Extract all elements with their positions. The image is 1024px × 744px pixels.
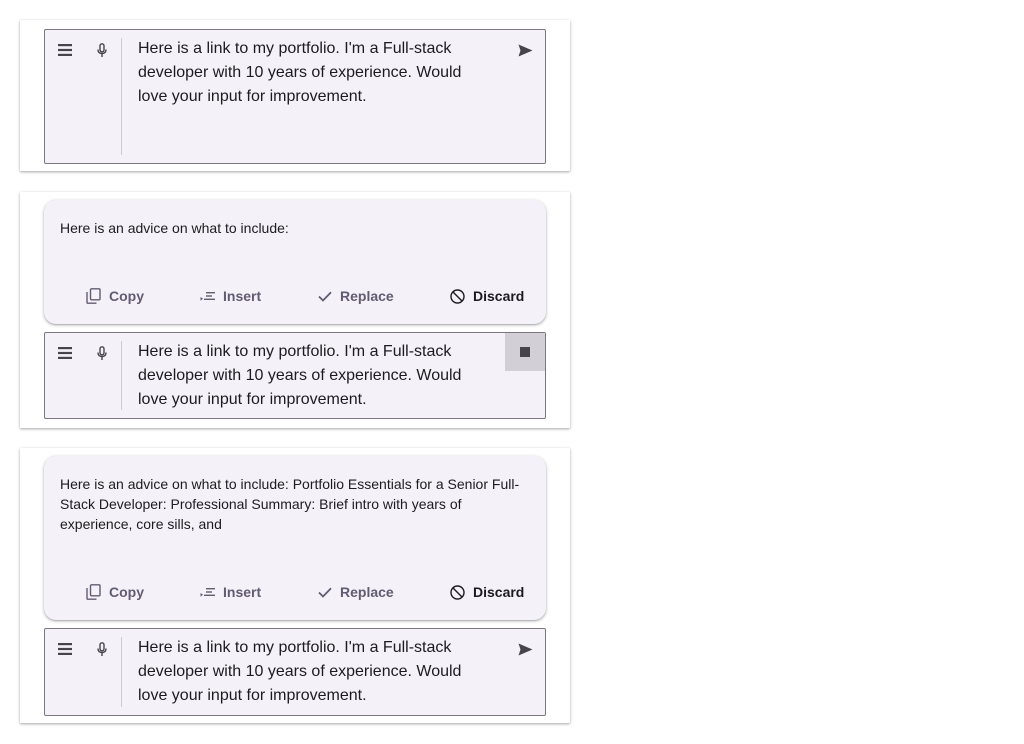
- mic-button[interactable]: [93, 639, 111, 659]
- menu-button[interactable]: [55, 639, 75, 659]
- mic-icon: [97, 345, 107, 360]
- send-button[interactable]: [513, 38, 537, 62]
- mic-button[interactable]: [93, 40, 111, 60]
- menu-icon: [58, 347, 72, 359]
- replace-label: Replace: [340, 584, 394, 600]
- menu-icon: [58, 44, 72, 56]
- response-panel: Here is an advice on what to include: Co…: [44, 200, 546, 324]
- discard-label: Discard: [473, 288, 525, 304]
- prompt-text[interactable]: Here is a link to my portfolio. I'm a Fu…: [138, 636, 478, 708]
- copy-label: Copy: [109, 584, 144, 600]
- stop-button[interactable]: [505, 333, 545, 371]
- stop-icon: [520, 347, 530, 357]
- replace-label: Replace: [340, 288, 394, 304]
- mic-button[interactable]: [93, 343, 111, 363]
- block-icon: [450, 288, 465, 304]
- discard-button[interactable]: Discard: [450, 280, 524, 312]
- prompt-composer[interactable]: Here is a link to my portfolio. I'm a Fu…: [44, 29, 546, 164]
- replace-button[interactable]: Replace: [318, 280, 394, 312]
- copy-icon: [86, 288, 101, 304]
- composer-divider: [121, 637, 122, 707]
- copy-button[interactable]: Copy: [86, 280, 144, 312]
- discard-button[interactable]: Discard: [450, 576, 524, 608]
- send-icon: [518, 643, 532, 655]
- mic-icon: [97, 42, 107, 57]
- prompt-composer[interactable]: Here is a link to my portfolio. I'm a Fu…: [44, 332, 546, 419]
- prompt-composer[interactable]: Here is a link to my portfolio. I'm a Fu…: [44, 628, 546, 716]
- insert-button[interactable]: Insert: [200, 576, 261, 608]
- response-text: Here is an advice on what to include: Po…: [60, 476, 520, 532]
- copy-label: Copy: [109, 288, 144, 304]
- card-composer-idle: Here is a link to my portfolio. I'm a Fu…: [20, 20, 570, 171]
- check-icon: [318, 291, 332, 302]
- send-button[interactable]: [513, 637, 537, 661]
- menu-button[interactable]: [55, 40, 75, 60]
- card-response-complete: Here is an advice on what to include: Po…: [20, 448, 570, 723]
- insert-button[interactable]: Insert: [200, 280, 261, 312]
- prompt-text[interactable]: Here is a link to my portfolio. I'm a Fu…: [138, 340, 478, 412]
- insert-icon: [200, 292, 215, 301]
- response-panel: Here is an advice on what to include: Po…: [44, 456, 546, 620]
- insert-label: Insert: [223, 584, 262, 600]
- composer-divider: [121, 341, 122, 410]
- send-icon: [518, 44, 532, 56]
- block-icon: [450, 584, 465, 600]
- replace-button[interactable]: Replace: [318, 576, 394, 608]
- composer-divider: [121, 38, 122, 155]
- copy-icon: [86, 584, 101, 600]
- menu-icon: [58, 643, 72, 655]
- mic-icon: [97, 641, 107, 656]
- response-actions: Copy Insert Replace Discard: [44, 280, 546, 312]
- check-icon: [318, 587, 332, 598]
- menu-button[interactable]: [55, 343, 75, 363]
- prompt-text[interactable]: Here is a link to my portfolio. I'm a Fu…: [138, 37, 478, 109]
- card-response-generating: Here is an advice on what to include: Co…: [20, 192, 570, 428]
- insert-label: Insert: [223, 288, 262, 304]
- response-text: Here is an advice on what to include:: [60, 220, 289, 236]
- response-actions: Copy Insert Replace Discard: [44, 576, 546, 608]
- copy-button[interactable]: Copy: [86, 576, 144, 608]
- insert-icon: [200, 588, 215, 597]
- discard-label: Discard: [473, 584, 525, 600]
